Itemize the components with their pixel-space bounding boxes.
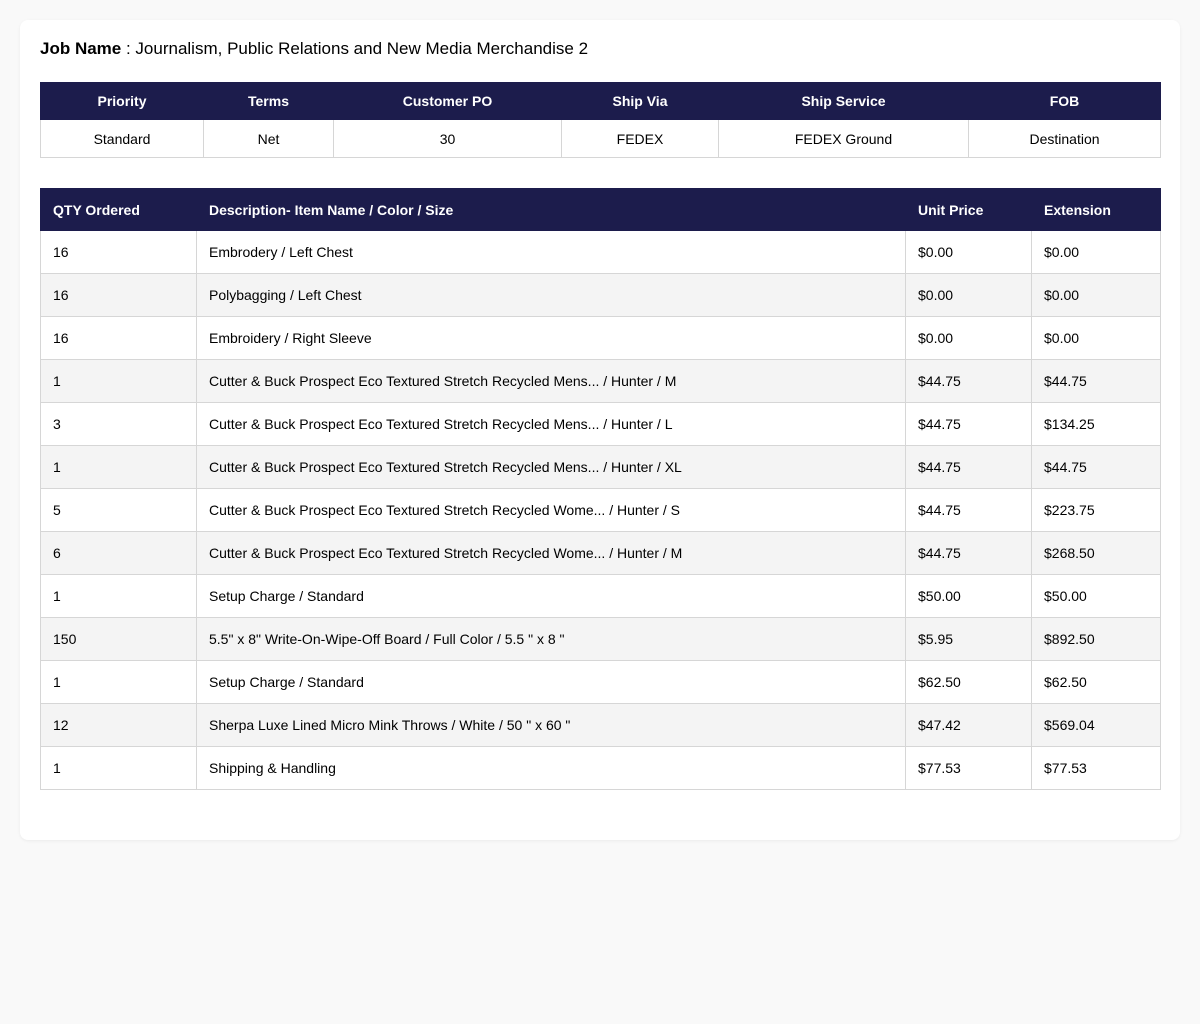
description-cell: Sherpa Luxe Lined Micro Mink Throws / Wh…: [196, 703, 906, 747]
job-name-label: Job Name: [40, 39, 122, 58]
extension-cell: $0.00: [1031, 316, 1161, 360]
table-row: 16 Embroidery / Right Sleeve $0.00 $0.00: [40, 316, 1161, 360]
extension-cell: $44.75: [1031, 359, 1161, 403]
description-cell: Cutter & Buck Prospect Eco Textured Stre…: [196, 531, 906, 575]
order-info-value-row: Standard Net 30 FEDEX FEDEX Ground Desti…: [40, 119, 1161, 158]
table-row: 1 Shipping & Handling $77.53 $77.53: [40, 746, 1161, 790]
description-cell: Shipping & Handling: [196, 746, 906, 790]
table-row: 150 5.5" x 8" Write-On-Wipe-Off Board / …: [40, 617, 1161, 661]
unit-price-cell: $5.95: [905, 617, 1032, 661]
qty-cell: 16: [40, 273, 197, 317]
priority-value: Standard: [40, 119, 204, 158]
extension-cell: $50.00: [1031, 574, 1161, 618]
header-extension: Extension: [1031, 188, 1161, 231]
header-ship-via: Ship Via: [561, 82, 719, 120]
header-unit-price: Unit Price: [905, 188, 1032, 231]
header-priority: Priority: [40, 82, 204, 120]
extension-cell: $0.00: [1031, 273, 1161, 317]
extension-cell: $0.00: [1031, 230, 1161, 274]
description-cell: Embroidery / Right Sleeve: [196, 316, 906, 360]
table-row: 1 Setup Charge / Standard $62.50 $62.50: [40, 660, 1161, 704]
extension-cell: $134.25: [1031, 402, 1161, 446]
header-description: Description- Item Name / Color / Size: [196, 188, 906, 231]
job-name-separator: :: [121, 39, 136, 58]
qty-cell: 1: [40, 660, 197, 704]
qty-cell: 1: [40, 574, 197, 618]
terms-value: Net: [203, 119, 334, 158]
table-row: 16 Embrodery / Left Chest $0.00 $0.00: [40, 230, 1161, 274]
unit-price-cell: $0.00: [905, 273, 1032, 317]
fob-value: Destination: [968, 119, 1161, 158]
qty-cell: 6: [40, 531, 197, 575]
qty-cell: 1: [40, 746, 197, 790]
table-row: 5 Cutter & Buck Prospect Eco Textured St…: [40, 488, 1161, 532]
unit-price-cell: $44.75: [905, 402, 1032, 446]
table-row: 1 Cutter & Buck Prospect Eco Textured St…: [40, 445, 1161, 489]
header-fob: FOB: [968, 82, 1161, 120]
line-items-header-row: QTY Ordered Description- Item Name / Col…: [40, 188, 1161, 231]
qty-cell: 3: [40, 402, 197, 446]
extension-cell: $223.75: [1031, 488, 1161, 532]
extension-cell: $268.50: [1031, 531, 1161, 575]
extension-cell: $44.75: [1031, 445, 1161, 489]
order-info-table: Priority Terms Customer PO Ship Via Ship…: [40, 82, 1161, 158]
unit-price-cell: $44.75: [905, 531, 1032, 575]
unit-price-cell: $0.00: [905, 316, 1032, 360]
unit-price-cell: $77.53: [905, 746, 1032, 790]
header-qty-ordered: QTY Ordered: [40, 188, 197, 231]
ship-via-value: FEDEX: [561, 119, 719, 158]
customer-po-value: 30: [333, 119, 562, 158]
description-cell: Setup Charge / Standard: [196, 660, 906, 704]
unit-price-cell: $47.42: [905, 703, 1032, 747]
extension-cell: $569.04: [1031, 703, 1161, 747]
unit-price-cell: $50.00: [905, 574, 1032, 618]
description-cell: Cutter & Buck Prospect Eco Textured Stre…: [196, 402, 906, 446]
qty-cell: 16: [40, 316, 197, 360]
extension-cell: $892.50: [1031, 617, 1161, 661]
line-items-table: QTY Ordered Description- Item Name / Col…: [40, 188, 1161, 790]
extension-cell: $62.50: [1031, 660, 1161, 704]
qty-cell: 12: [40, 703, 197, 747]
unit-price-cell: $44.75: [905, 488, 1032, 532]
description-cell: Embrodery / Left Chest: [196, 230, 906, 274]
qty-cell: 16: [40, 230, 197, 274]
header-customer-po: Customer PO: [333, 82, 562, 120]
unit-price-cell: $44.75: [905, 445, 1032, 489]
description-cell: Polybagging / Left Chest: [196, 273, 906, 317]
unit-price-cell: $62.50: [905, 660, 1032, 704]
table-row: 3 Cutter & Buck Prospect Eco Textured St…: [40, 402, 1161, 446]
header-ship-service: Ship Service: [718, 82, 969, 120]
order-info-header-row: Priority Terms Customer PO Ship Via Ship…: [40, 82, 1161, 120]
qty-cell: 1: [40, 359, 197, 403]
unit-price-cell: $44.75: [905, 359, 1032, 403]
description-cell: Setup Charge / Standard: [196, 574, 906, 618]
job-name-value: Journalism, Public Relations and New Med…: [135, 39, 589, 58]
description-cell: Cutter & Buck Prospect Eco Textured Stre…: [196, 359, 906, 403]
unit-price-cell: $0.00: [905, 230, 1032, 274]
qty-cell: 1: [40, 445, 197, 489]
job-name-line: Job Name : Journalism, Public Relations …: [40, 38, 588, 60]
description-cell: Cutter & Buck Prospect Eco Textured Stre…: [196, 488, 906, 532]
header-terms: Terms: [203, 82, 334, 120]
table-row: 12 Sherpa Luxe Lined Micro Mink Throws /…: [40, 703, 1161, 747]
table-row: 1 Cutter & Buck Prospect Eco Textured St…: [40, 359, 1161, 403]
description-cell: Cutter & Buck Prospect Eco Textured Stre…: [196, 445, 906, 489]
description-cell: 5.5" x 8" Write-On-Wipe-Off Board / Full…: [196, 617, 906, 661]
extension-cell: $77.53: [1031, 746, 1161, 790]
qty-cell: 5: [40, 488, 197, 532]
order-card: Job Name : Journalism, Public Relations …: [20, 20, 1180, 840]
table-row: 16 Polybagging / Left Chest $0.00 $0.00: [40, 273, 1161, 317]
ship-service-value: FEDEX Ground: [718, 119, 969, 158]
table-row: 6 Cutter & Buck Prospect Eco Textured St…: [40, 531, 1161, 575]
table-row: 1 Setup Charge / Standard $50.00 $50.00: [40, 574, 1161, 618]
qty-cell: 150: [40, 617, 197, 661]
